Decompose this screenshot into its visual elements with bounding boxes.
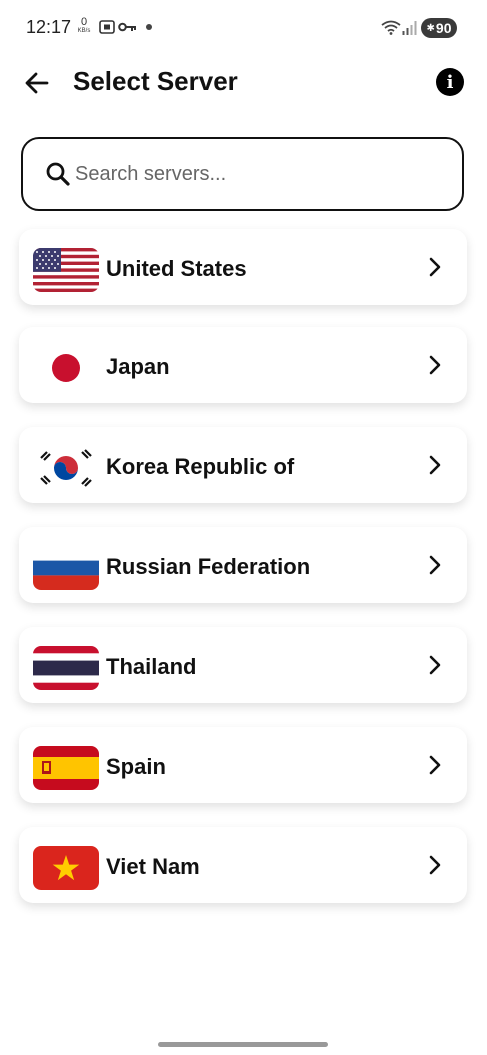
japan-flag-icon [33, 346, 99, 390]
server-name: Thailand [106, 654, 197, 679]
server-name: Viet Nam [106, 854, 200, 879]
server-item-korea[interactable]: Korea Republic of [19, 427, 467, 503]
wifi-icon [381, 20, 401, 35]
header: Select Server i [0, 56, 487, 112]
server-item-russia[interactable]: Russian Federation [19, 527, 467, 603]
key-icon [118, 22, 136, 32]
net-speed-value: 0 [80, 16, 88, 28]
arrow-left-icon [25, 72, 49, 94]
vietnam-flag-icon [33, 846, 99, 890]
chevron-right-icon [429, 455, 441, 475]
signal-icon [402, 21, 417, 35]
thailand-flag-icon [33, 646, 99, 690]
us-flag-icon [33, 248, 99, 292]
battery-indicator: ✱ 90 [421, 18, 457, 38]
status-time: 12:17 [26, 17, 72, 37]
server-name: Korea Republic of [106, 454, 295, 479]
page-title: Select Server [73, 66, 238, 96]
russia-flag-icon [33, 546, 99, 590]
server-name: Russian Federation [106, 554, 311, 579]
chevron-right-icon [429, 257, 441, 277]
server-name: Japan [106, 354, 170, 379]
net-speed-unit: KB/s [77, 28, 91, 34]
info-button[interactable]: i [436, 68, 464, 96]
home-indicator[interactable] [158, 1042, 328, 1047]
info-icon: i [446, 71, 454, 93]
server-name: United States [106, 256, 247, 281]
status-bar: 12:17 0 KB/s ✱ 90 [0, 0, 487, 56]
screen-record-icon [99, 20, 115, 34]
notification-dot [146, 24, 152, 30]
chevron-right-icon [429, 355, 441, 375]
server-name: Spain [106, 754, 166, 779]
search-box[interactable] [21, 137, 464, 211]
server-item-united-states[interactable]: United States [19, 229, 467, 305]
chevron-right-icon [429, 555, 441, 575]
server-item-thailand[interactable]: Thailand [19, 627, 467, 703]
back-button[interactable] [22, 68, 52, 98]
battery-saver-icon: ✱ [426, 22, 435, 34]
net-speed-indicator: 0 KB/s [74, 16, 94, 36]
chevron-right-icon [429, 855, 441, 875]
chevron-right-icon [429, 655, 441, 675]
korea-flag-icon [33, 446, 99, 490]
server-item-japan[interactable]: Japan [19, 327, 467, 403]
server-item-vietnam[interactable]: Viet Nam [19, 827, 467, 903]
spain-flag-icon [33, 746, 99, 790]
battery-level: 90 [435, 20, 452, 36]
search-input[interactable] [73, 161, 437, 187]
chevron-right-icon [429, 755, 441, 775]
search-icon [46, 162, 70, 186]
server-item-spain[interactable]: Spain [19, 727, 467, 803]
